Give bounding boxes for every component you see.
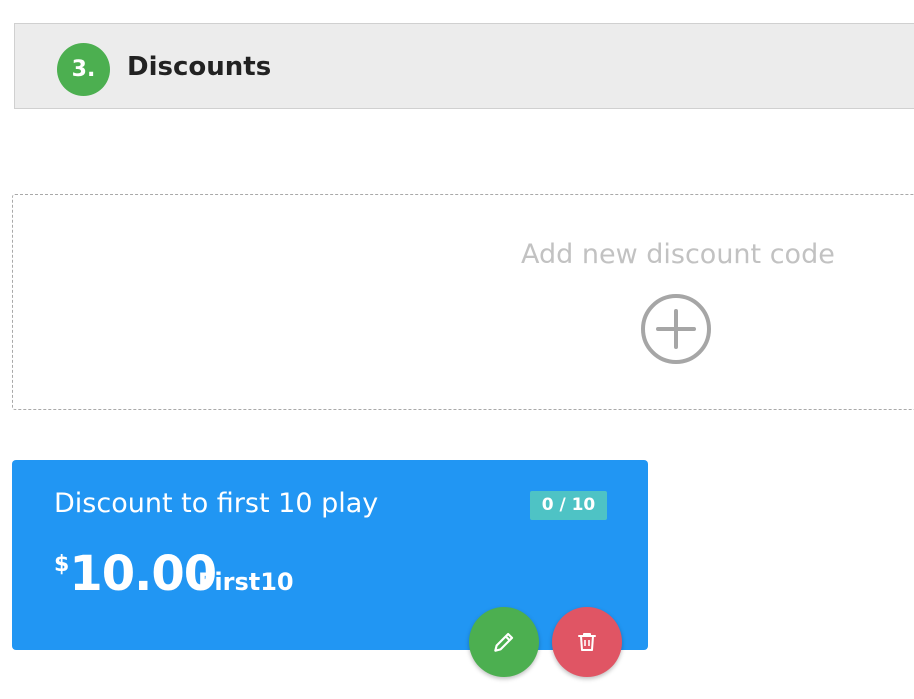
section-title: Discounts [127,52,272,82]
discount-card: Discount to first 10 play 0 / 10 $10.00 … [12,460,648,650]
step-number-badge: 3. [57,43,110,96]
add-discount-label: Add new discount code [521,239,835,270]
add-discount-code-button[interactable]: Add new discount code [12,194,914,410]
section-header: 3. Discounts [14,23,914,109]
delete-discount-button[interactable] [552,607,622,677]
discount-amount: $10.00 [54,546,217,602]
trash-icon [578,633,596,651]
pencil-icon [494,632,514,652]
edit-discount-button[interactable] [469,607,539,677]
amount-value: 10.00 [69,546,217,602]
discount-title: Discount to first 10 play [54,488,379,519]
usage-count-badge: 0 / 10 [530,491,607,520]
currency-symbol: $ [54,552,70,577]
discount-code: First10 [198,568,294,596]
plus-circle-icon [641,294,711,364]
